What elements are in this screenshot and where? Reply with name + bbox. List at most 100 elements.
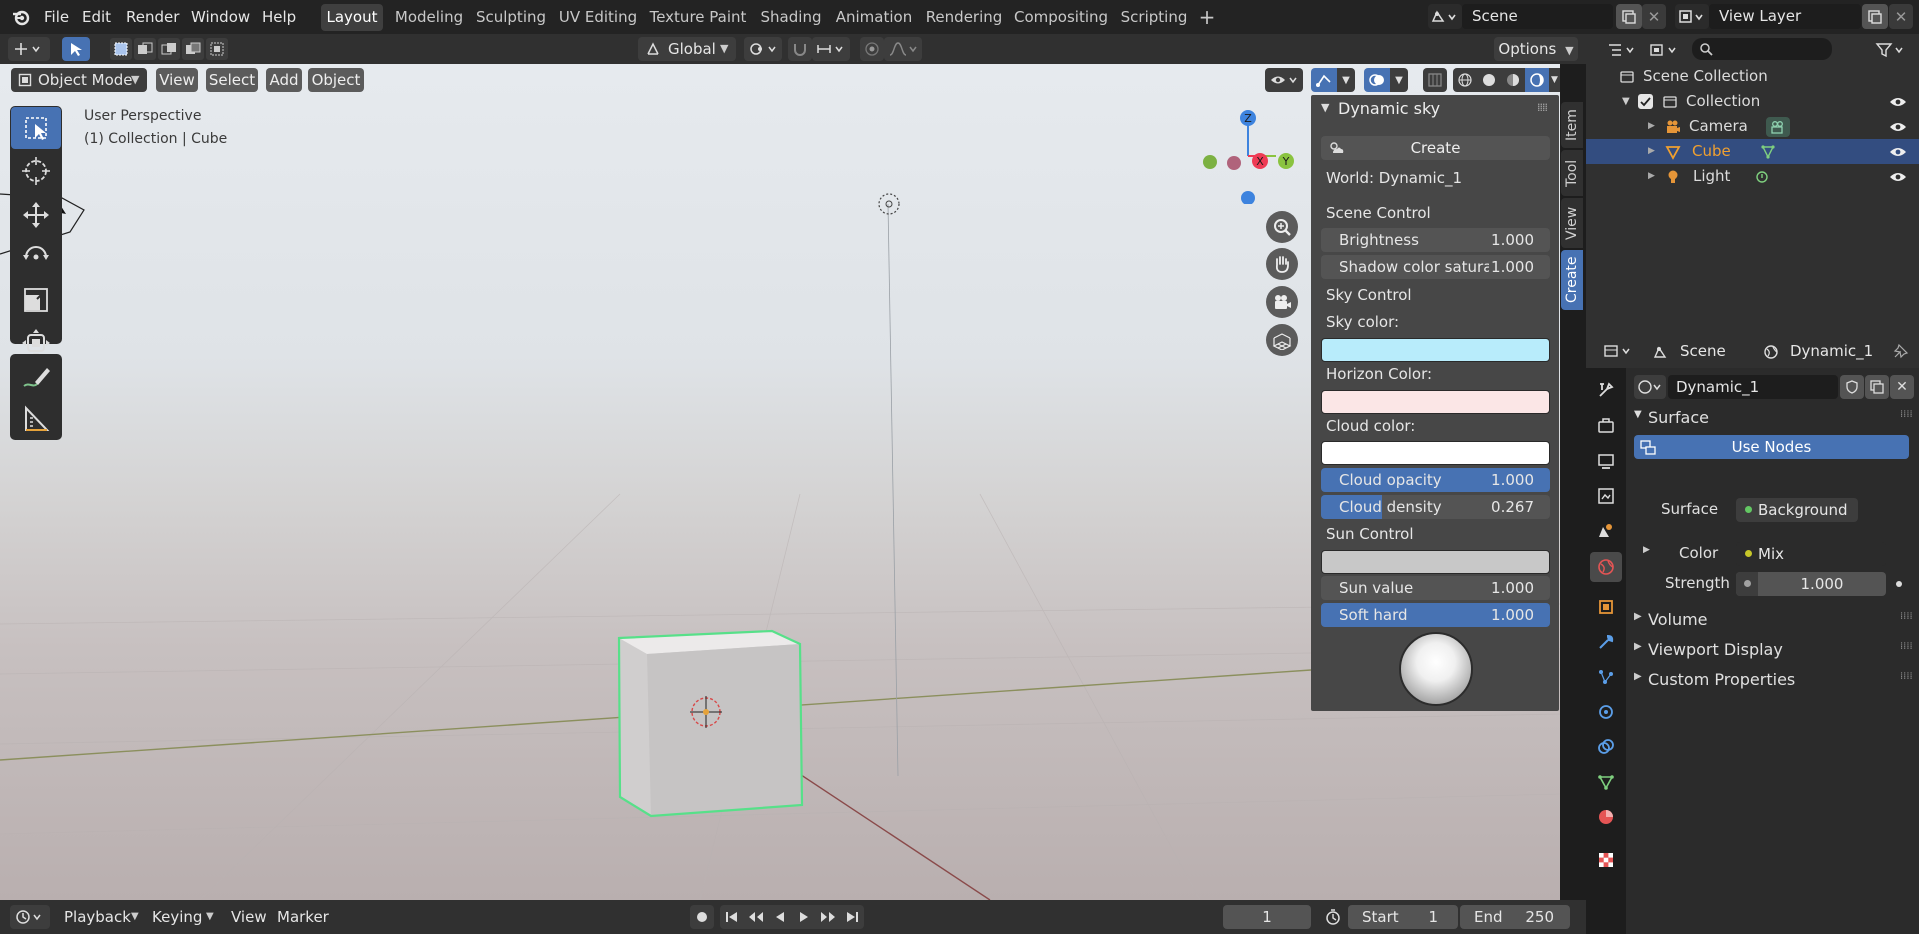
drag-handle-icon[interactable]: ⁞⁞⁞⁞ [1900,409,1913,420]
annotate-tool[interactable] [11,356,61,398]
tab-view[interactable]: View [1561,198,1583,248]
checkbox-icon[interactable] [1638,94,1653,109]
unlink-world-icon[interactable]: ✕ [1890,375,1914,399]
sun-value-field[interactable]: Sun value 1.000 [1321,576,1550,600]
cloud-density-slider[interactable]: Cloud density 0.267 [1321,495,1550,519]
tab-uv-editing[interactable]: UV Editing [556,4,640,31]
properties-editor-type-icon[interactable] [1600,340,1636,362]
transform-orientation-dropdown[interactable]: Global ▼ [638,37,736,61]
solid-shading-icon[interactable] [1477,68,1501,92]
keyframe-dot-icon[interactable] [1896,581,1902,587]
menu-edit[interactable]: Edit [82,4,111,30]
chevron-down-icon[interactable]: ▼ [1337,68,1355,92]
overlays-toggle-icon[interactable] [1364,68,1390,92]
use-nodes-button[interactable]: Use Nodes [1634,435,1909,459]
viewport-menu-add[interactable]: Add [266,68,302,92]
select-tool-icon[interactable] [62,37,90,61]
viewport-menu-view[interactable]: View [156,68,198,92]
tab-item[interactable]: Item [1561,102,1583,148]
constraints-tab-icon[interactable] [1594,735,1618,759]
gizmo-toggle-icon[interactable] [1311,68,1337,92]
pan-hand-icon[interactable] [1266,248,1298,280]
snap-target-icon[interactable] [812,37,850,61]
tab-animation[interactable]: Animation [834,4,914,31]
display-mode-icon[interactable] [1646,38,1682,62]
surface-shader-field[interactable]: Background [1736,498,1858,522]
move-tool[interactable] [11,194,61,236]
view-layer-field[interactable]: View Layer [1709,4,1861,29]
menu-help[interactable]: Help [262,4,296,30]
menu-window[interactable]: Window [191,4,250,30]
texture-tab-icon[interactable] [1594,848,1618,872]
outliner-row-light[interactable]: ▶ Light [1586,164,1919,189]
add-workspace-button[interactable]: + [1197,4,1217,31]
expand-arrow-icon[interactable]: ▶ [1643,545,1650,555]
material-tab-icon[interactable] [1594,805,1618,829]
mode-selector[interactable]: Object Mode ▼ [11,68,147,92]
jump-start-icon[interactable] [720,905,744,929]
viewport-menu-select[interactable]: Select [206,68,258,92]
material-shading-icon[interactable] [1501,68,1525,92]
pivot-point-icon[interactable] [744,37,782,61]
chevron-down-icon[interactable]: ▼ [1549,68,1560,92]
tab-compositing[interactable]: Compositing [1014,4,1108,31]
drag-handle-icon[interactable]: ⁞⁞⁞⁞ [1900,671,1913,682]
camera-data-icon[interactable] [1766,117,1790,137]
light-data-icon[interactable] [1752,168,1772,186]
new-view-layer-icon[interactable] [1862,4,1888,29]
zoom-icon[interactable] [1266,211,1298,243]
proportional-edit-icon[interactable] [860,37,884,61]
world-name-field[interactable]: Dynamic_1 [1668,375,1838,399]
select-box-tool[interactable] [11,107,61,149]
marker-menu[interactable]: Marker [277,908,329,926]
strength-field[interactable]: 1.000 [1736,572,1886,596]
select-intersect-icon[interactable] [206,38,228,60]
blender-logo-icon[interactable] [10,6,32,28]
viewport-display-section-header[interactable]: ▶ Viewport Display ⁞⁞⁞⁞ [1630,638,1919,664]
menu-file[interactable]: File [44,4,69,30]
tab-texture-paint[interactable]: Texture Paint [648,4,748,31]
object-tab-icon[interactable] [1594,595,1618,619]
tab-scripting[interactable]: Scripting [1117,4,1191,31]
expand-arrow-icon[interactable]: ▶ [1648,114,1655,139]
select-invert-icon[interactable] [182,38,204,60]
jump-end-icon[interactable] [840,905,864,929]
mesh-data-icon[interactable] [1758,143,1778,161]
current-frame-field[interactable]: 1 [1223,905,1311,929]
next-keyframe-icon[interactable] [816,905,840,929]
outliner-search-input[interactable] [1692,38,1832,60]
expand-arrow-icon[interactable]: ▼ [1622,89,1630,114]
create-button[interactable]: Create [1321,136,1550,160]
visibility-icon[interactable] [1265,68,1303,92]
output-tab-icon[interactable] [1594,449,1618,473]
panel-collapse-icon[interactable]: ▼ [1321,101,1329,114]
timeline-editor-type-icon[interactable] [10,905,50,929]
navigation-gizmo[interactable]: Z X Y [1196,104,1296,204]
eye-icon[interactable] [1888,118,1908,136]
drag-handle-icon[interactable]: ⁞⁞⁞⁞ [1900,641,1913,652]
start-frame-field[interactable]: Start 1 [1348,905,1458,929]
expand-arrow-icon[interactable]: ▶ [1648,139,1655,164]
preview-range-icon[interactable] [1321,905,1345,929]
color-input-field[interactable]: Mix [1736,542,1886,566]
outliner-editor-type-icon[interactable] [1604,38,1640,62]
tab-modeling[interactable]: Modeling [391,4,467,31]
play-icon[interactable] [792,905,816,929]
timeline-view-menu[interactable]: View [231,908,267,926]
sky-color-swatch[interactable] [1321,338,1550,362]
new-scene-icon[interactable] [1616,4,1642,29]
sun-color-swatch[interactable] [1321,550,1550,574]
fake-user-shield-icon[interactable] [1840,375,1864,399]
tab-tool[interactable]: Tool [1561,150,1583,196]
scene-selector-icon[interactable] [1428,4,1462,29]
render-tab-icon[interactable] [1594,414,1618,438]
scene-name-field[interactable]: Scene [1462,4,1613,29]
delete-view-layer-icon[interactable]: ✕ [1889,4,1913,29]
filter-icon[interactable] [1872,38,1908,62]
custom-properties-section-header[interactable]: ▶ Custom Properties ⁞⁞⁞⁞ [1630,668,1919,694]
measure-tool[interactable] [11,398,61,440]
cloud-color-swatch[interactable] [1321,441,1550,465]
select-subtract-icon[interactable] [158,38,180,60]
options-dropdown[interactable]: Options ▼ [1494,37,1578,61]
eye-icon[interactable] [1888,168,1908,186]
